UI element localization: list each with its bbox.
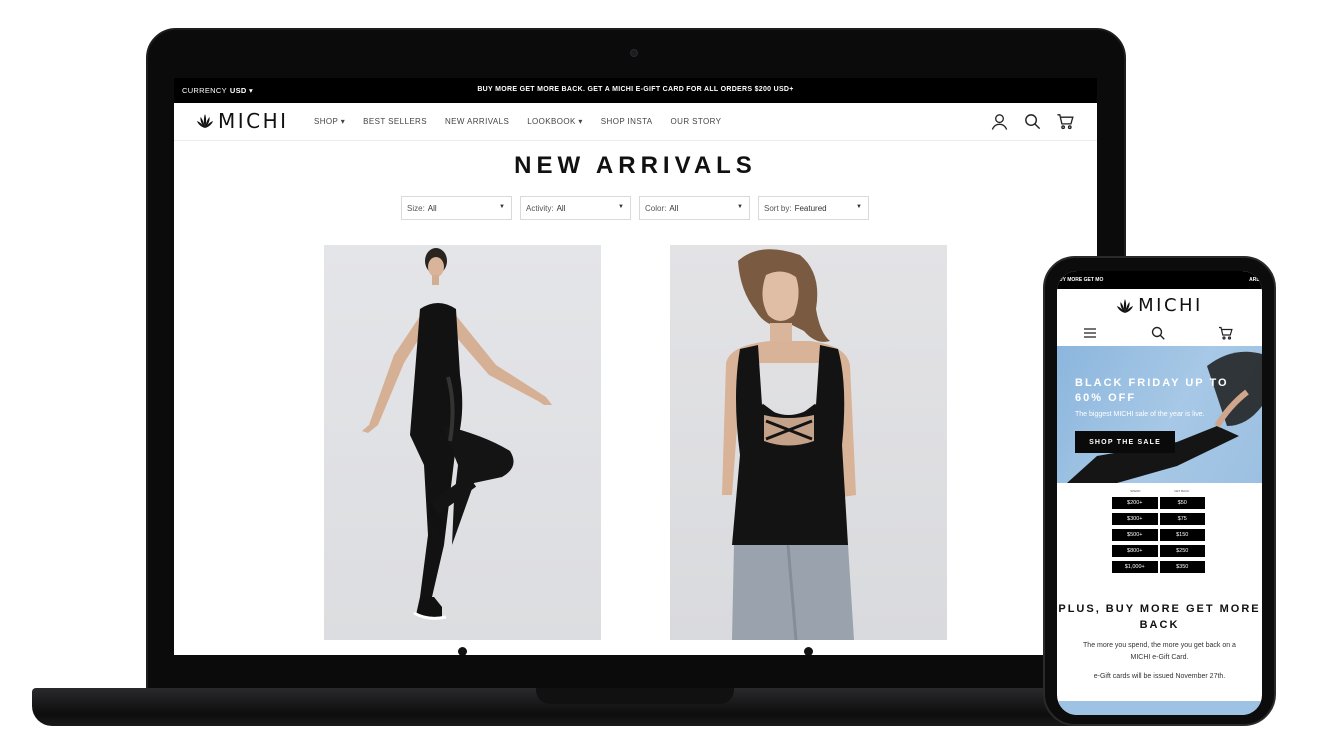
product-image-jumpsuit[interactable] (324, 245, 601, 640)
tier-spend: $500+ (1112, 529, 1158, 541)
color-filter[interactable]: Color: All ▼ (639, 196, 750, 220)
filter-label: Activity: (526, 204, 554, 213)
product-image-tank[interactable] (670, 245, 947, 640)
filter-label: Size: (407, 204, 425, 213)
search-icon[interactable] (1150, 325, 1166, 341)
bottom-banner (1057, 701, 1262, 715)
filter-value: All (427, 204, 437, 213)
filter-bar: Size: All ▼ Activity: All ▼ Color: All ▼ Sort … (401, 196, 869, 220)
model-jumpsuit-illustration (362, 248, 552, 620)
tier-row: $300+ $75 (1112, 513, 1205, 525)
caret-down-icon: ▼ (499, 204, 505, 210)
nav-item-lookbook[interactable]: LOOKBOOK ▾ (527, 117, 583, 126)
tier-spend: $300+ (1112, 513, 1158, 525)
tier-reward: $250 (1159, 545, 1205, 557)
size-filter[interactable]: Size: All ▼ (401, 196, 512, 220)
nav-item-new-arrivals[interactable]: NEW ARRIVALS (445, 117, 509, 126)
tier-spend: $200+ (1112, 497, 1158, 509)
phone-logo[interactable]: MICHI (1057, 295, 1262, 316)
tier-row: $200+ $50 (1112, 497, 1205, 509)
tier-row: $800+ $250 (1112, 545, 1205, 557)
device-mockup: CURRENCY USD ▾ BUY MORE GET MORE BACK. GE… (0, 0, 1336, 752)
shop-the-sale-button[interactable]: SHOP THE SALE (1075, 431, 1175, 453)
nav-item-shop[interactable]: SHOP ▾ (314, 117, 345, 126)
caret-down-icon: ▼ (856, 204, 862, 210)
nav-item-shop-insta[interactable]: SHOP INSTA (601, 117, 653, 126)
lotus-logo-icon (1117, 298, 1134, 313)
phone-nav-icons (1057, 323, 1262, 343)
tier-reward: $350 (1159, 561, 1205, 573)
tier-spend: $1,000+ (1112, 561, 1158, 573)
account-icon[interactable] (990, 112, 1009, 131)
sale-hero-banner: BLACK FRIDAY UP TO 60% OFF The biggest M… (1057, 346, 1262, 483)
cart-icon[interactable] (1218, 325, 1234, 341)
nav-item-our-story[interactable]: OUR STORY (671, 117, 722, 126)
filter-value: Featured (794, 204, 827, 213)
filter-value: All (669, 204, 679, 213)
tier-row: $500+ $150 (1112, 529, 1205, 541)
model-tank-illustration (722, 249, 856, 640)
tier-spend: $800+ (1112, 545, 1158, 557)
promo-text: UY MORE GET MO (1059, 277, 1104, 283)
tier-table-header: SPEND GET BACK (1112, 489, 1205, 497)
logo-text: MICHI (1138, 295, 1203, 316)
tier-reward: $50 (1159, 497, 1205, 509)
nav-icons (990, 112, 1075, 131)
tier-header-get-back: GET BACK (1174, 489, 1190, 493)
laptop-camera (630, 49, 638, 57)
laptop-notch (536, 688, 734, 704)
caret-down-icon: ▼ (737, 204, 743, 210)
tier-header-spend: SPEND (1130, 489, 1141, 493)
sort-filter[interactable]: Sort by: Featured ▼ (758, 196, 869, 220)
promo-text: BUY MORE GET MORE BACK. GET A MICHI E-GI… (477, 86, 794, 93)
gift-card-tier-table: SPEND GET BACK $200+ $50 $300+ $75 $500+ $1… (1112, 489, 1205, 577)
gift-card-note: e-Gift cards will be issued November 27t… (1093, 673, 1226, 680)
carousel-dot[interactable] (458, 647, 467, 655)
logo-text: MICHI (218, 109, 289, 133)
tier-reward: $150 (1159, 529, 1205, 541)
hero-subtitle: The biggest MICHI sale of the year is li… (1075, 411, 1205, 418)
activity-filter[interactable]: Activity: All ▼ (520, 196, 631, 220)
laptop-screen: CURRENCY USD ▾ BUY MORE GET MORE BACK. GE… (174, 78, 1097, 655)
main-nav: MICHI SHOP ▾ BEST SELLERS NEW ARRIVALS L… (174, 103, 1097, 141)
announcement-bar: CURRENCY USD ▾ BUY MORE GET MORE BACK. GE… (174, 78, 1097, 103)
filter-value: All (556, 204, 566, 213)
phone-screen: UY MORE GET MO ARD MICHI BLACK FRIDAY UP… (1057, 271, 1262, 715)
tier-reward: $75 (1159, 513, 1205, 525)
lotus-logo-icon (197, 114, 213, 128)
carousel-dot[interactable] (804, 647, 813, 655)
cart-icon[interactable] (1056, 112, 1075, 131)
buy-more-heading: PLUS, BUY MORE GET MORE BACK (1058, 603, 1261, 631)
buy-more-body: The more you spend, the more you get bac… (1083, 642, 1236, 661)
nav-menu: SHOP ▾ BEST SELLERS NEW ARRIVALS LOOKBOO… (314, 117, 721, 126)
tier-row: $1,000+ $350 (1112, 561, 1205, 573)
filter-label: Color: (645, 204, 667, 213)
phone-notch (1119, 271, 1201, 285)
promo-text-end: ARD (1249, 277, 1260, 283)
filter-label: Sort by: (764, 204, 792, 213)
nav-item-best-sellers[interactable]: BEST SELLERS (363, 117, 427, 126)
logo[interactable]: MICHI (196, 109, 289, 133)
search-icon[interactable] (1023, 112, 1042, 131)
caret-down-icon: ▼ (618, 204, 624, 210)
page-title: NEW ARRIVALS (514, 152, 757, 179)
hamburger-menu-icon[interactable] (1082, 325, 1098, 341)
hero-title: BLACK FRIDAY UP TO 60% OFF (1075, 377, 1229, 404)
